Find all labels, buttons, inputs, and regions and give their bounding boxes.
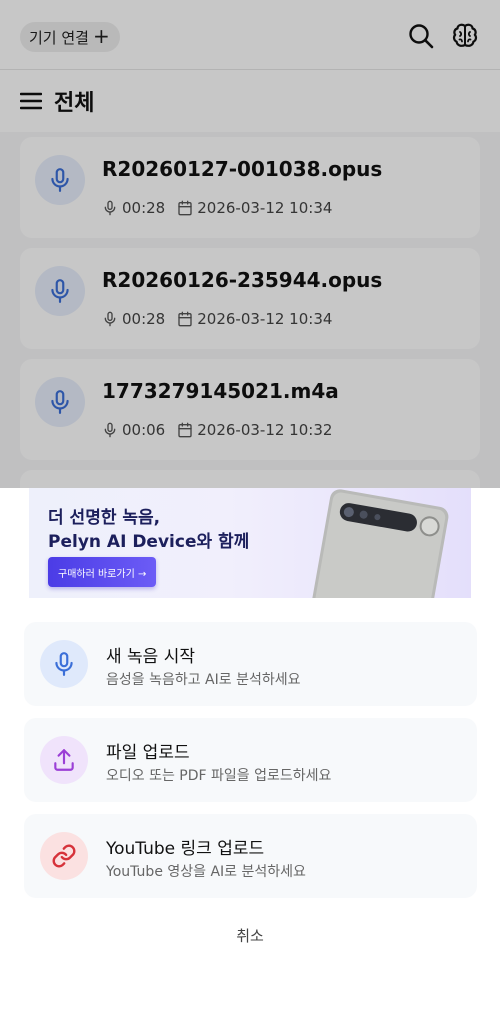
option-subtitle: YouTube 영상을 AI로 분석하세요 xyxy=(106,864,306,880)
cancel-button[interactable]: 취소 xyxy=(200,920,300,950)
microphone-icon xyxy=(55,652,73,676)
option-subtitle: 음성을 녹음하고 AI로 분석하세요 xyxy=(106,672,301,688)
option-title: 파일 업로드 xyxy=(106,743,190,763)
banner-headline-line2: Pelyn AI Device와 함께 xyxy=(48,532,250,552)
option-subtitle: 오디오 또는 PDF 파일을 업로드하세요 xyxy=(106,768,332,784)
file-upload-option[interactable]: 파일 업로드 오디오 또는 PDF 파일을 업로드하세요 xyxy=(24,718,477,802)
upload-icon xyxy=(54,749,74,771)
option-title: YouTube 링크 업로드 xyxy=(106,839,265,859)
add-recording-sheet: 더 선명한 녹음, Pelyn AI Device와 함께 구매하러 바로가기 … xyxy=(0,488,500,1019)
buy-now-button[interactable]: 구매하러 바로가기 → xyxy=(48,557,157,587)
promo-banner[interactable]: 더 선명한 녹음, Pelyn AI Device와 함께 구매하러 바로가기 … xyxy=(29,488,471,598)
new-recording-icon-circle xyxy=(40,640,88,688)
file-upload-icon-circle xyxy=(40,736,88,784)
youtube-link-option[interactable]: YouTube 링크 업로드 YouTube 영상을 AI로 분석하세요 xyxy=(24,814,477,898)
device-product-image xyxy=(307,489,449,598)
banner-headline: 더 선명한 녹음, Pelyn AI Device와 함께 xyxy=(48,506,249,554)
link-icon xyxy=(52,844,76,868)
banner-headline-line1: 더 선명한 녹음, xyxy=(48,508,161,528)
new-recording-option[interactable]: 새 녹음 시작 음성을 녹음하고 AI로 분석하세요 xyxy=(24,622,477,706)
option-title: 새 녹음 시작 xyxy=(106,647,196,667)
youtube-link-icon-circle xyxy=(40,832,88,880)
